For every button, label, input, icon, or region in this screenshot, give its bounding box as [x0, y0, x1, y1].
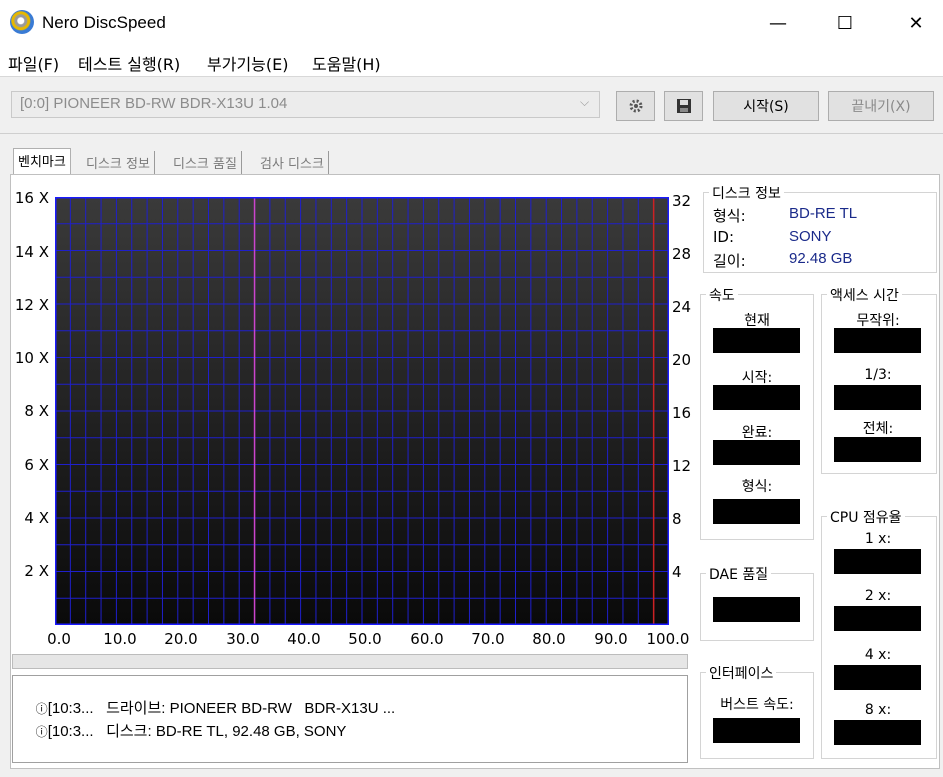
right-tick-16: 16: [672, 404, 692, 422]
log-row: ⓘ[10:3... 디스크: BD-RE TL, 92.48 GB, SONY: [35, 723, 347, 740]
window-title: Nero DiscSpeed: [42, 13, 166, 32]
tab-disc-quality[interactable]: 디스크 품질: [169, 151, 242, 174]
chevron-down-icon: ⌵: [580, 95, 590, 109]
right-tick-20: 20: [672, 351, 692, 369]
access-third-display: [834, 385, 921, 410]
speed-current-label: 현재: [744, 313, 770, 329]
access-random-label: 무작위:: [856, 313, 900, 329]
right-tick-8: 8: [672, 510, 682, 528]
drive-select[interactable]: [0:0] PIONEER BD-RW BDR-X13U 1.04: [11, 91, 600, 118]
left-tick-8: 8 X: [24, 402, 49, 420]
left-tick-10: 10 X: [14, 349, 49, 367]
tab-disc-info[interactable]: 디스크 정보: [82, 151, 155, 174]
x-tick-20: 20.0: [164, 630, 198, 648]
speed-type-label: 형식:: [741, 479, 773, 495]
menu-file[interactable]: 파일(F): [8, 51, 59, 75]
interface-title: 인터페이스: [706, 663, 777, 683]
dae-quality-title: DAE 품질: [706, 564, 772, 584]
x-tick-10: 10.0: [103, 630, 137, 648]
exit-button[interactable]: 끝내기(X): [828, 91, 934, 121]
right-tick-4: 4: [672, 563, 682, 581]
x-tick-80: 80.0: [532, 630, 566, 648]
cpu-1x-display: [834, 549, 921, 574]
x-tick-40: 40.0: [287, 630, 321, 648]
info-icon: ⓘ: [35, 725, 48, 739]
right-tick-32: 32: [672, 192, 692, 210]
right-tick-24: 24: [672, 298, 692, 316]
speed-end-label: 완료:: [741, 425, 773, 441]
menu-extras[interactable]: 부가기능(E): [207, 51, 288, 75]
access-time-title: 액세스 시간: [827, 285, 902, 305]
disc-type-label: 형식:: [713, 207, 746, 225]
tab-benchmark[interactable]: 벤치마크: [13, 148, 71, 174]
cpu-4x-display: [834, 665, 921, 690]
access-random-display: [834, 328, 921, 353]
start-button[interactable]: 시작(S): [713, 91, 819, 121]
speed-end-display: [713, 440, 800, 465]
menu-run-test[interactable]: 테스트 실행(R): [78, 51, 180, 75]
left-tick-12: 12 X: [14, 296, 49, 314]
left-tick-14: 14 X: [14, 243, 49, 261]
cpu-usage-title: CPU 점유율: [827, 507, 905, 527]
access-full-display: [834, 437, 921, 462]
toolbar-divider: [0, 133, 943, 134]
left-tick-4: 4 X: [24, 509, 49, 527]
menu-divider: [0, 76, 943, 77]
access-full-label: 전체:: [862, 421, 894, 437]
minimize-button[interactable]: —: [755, 0, 801, 46]
speed-start-label: 시작:: [741, 370, 773, 386]
menu-help[interactable]: 도움말(H): [312, 51, 381, 75]
disc-length-value: 92.48 GB: [789, 250, 853, 267]
access-third-label: 1/3:: [864, 367, 892, 383]
progress-bar: [12, 654, 688, 669]
left-tick-2: 2 X: [24, 562, 49, 580]
burst-rate-display: [713, 718, 800, 743]
maximize-button[interactable]: ☐: [822, 0, 868, 46]
cpu-8x-label: 8 x:: [864, 702, 892, 718]
disc-info-title: 디스크 정보: [709, 183, 784, 203]
tab-scan-disc[interactable]: 검사 디스크: [256, 151, 329, 174]
x-tick-50: 50.0: [348, 630, 382, 648]
log-list[interactable]: ⓘ[10:3... 드라이브: PIONEER BD-RW BDR-X13U .…: [12, 675, 688, 763]
nero-app-icon: [10, 10, 34, 34]
cpu-8x-display: [834, 720, 921, 745]
interface-group: [700, 672, 814, 759]
x-tick-100: 100.0: [646, 630, 690, 648]
x-tick-60: 60.0: [410, 630, 444, 648]
burst-rate-label: 버스트 속도:: [720, 697, 794, 713]
speed-title: 속도: [706, 285, 738, 305]
x-tick-90: 90.0: [594, 630, 628, 648]
dae-quality-display: [713, 597, 800, 622]
disc-id-label: ID:: [713, 228, 735, 246]
disc-length-label: 길이:: [713, 252, 746, 270]
save-button[interactable]: [664, 91, 703, 121]
close-button[interactable]: ✕: [893, 0, 939, 46]
benchmark-chart: [55, 197, 669, 625]
disc-type-value: BD-RE TL: [789, 205, 858, 222]
x-tick-30: 30.0: [226, 630, 260, 648]
disc-id-value: SONY: [789, 228, 832, 245]
right-tick-12: 12: [672, 457, 692, 475]
left-tick-16: 16 X: [14, 189, 49, 207]
speed-current-display: [713, 328, 800, 353]
cpu-2x-display: [834, 606, 921, 631]
right-tick-28: 28: [672, 245, 692, 263]
gear-icon: [629, 99, 642, 113]
chart-grid: [55, 197, 669, 625]
left-tick-6: 6 X: [24, 456, 49, 474]
cpu-4x-label: 4 x:: [864, 647, 892, 663]
floppy-icon: [676, 99, 691, 113]
cpu-2x-label: 2 x:: [864, 588, 892, 604]
x-tick-70: 70.0: [471, 630, 505, 648]
speed-type-display: [713, 499, 800, 524]
settings-button[interactable]: [616, 91, 655, 121]
cpu-1x-label: 1 x:: [864, 531, 892, 547]
x-tick-0: 0.0: [47, 630, 71, 648]
speed-start-display: [713, 385, 800, 410]
